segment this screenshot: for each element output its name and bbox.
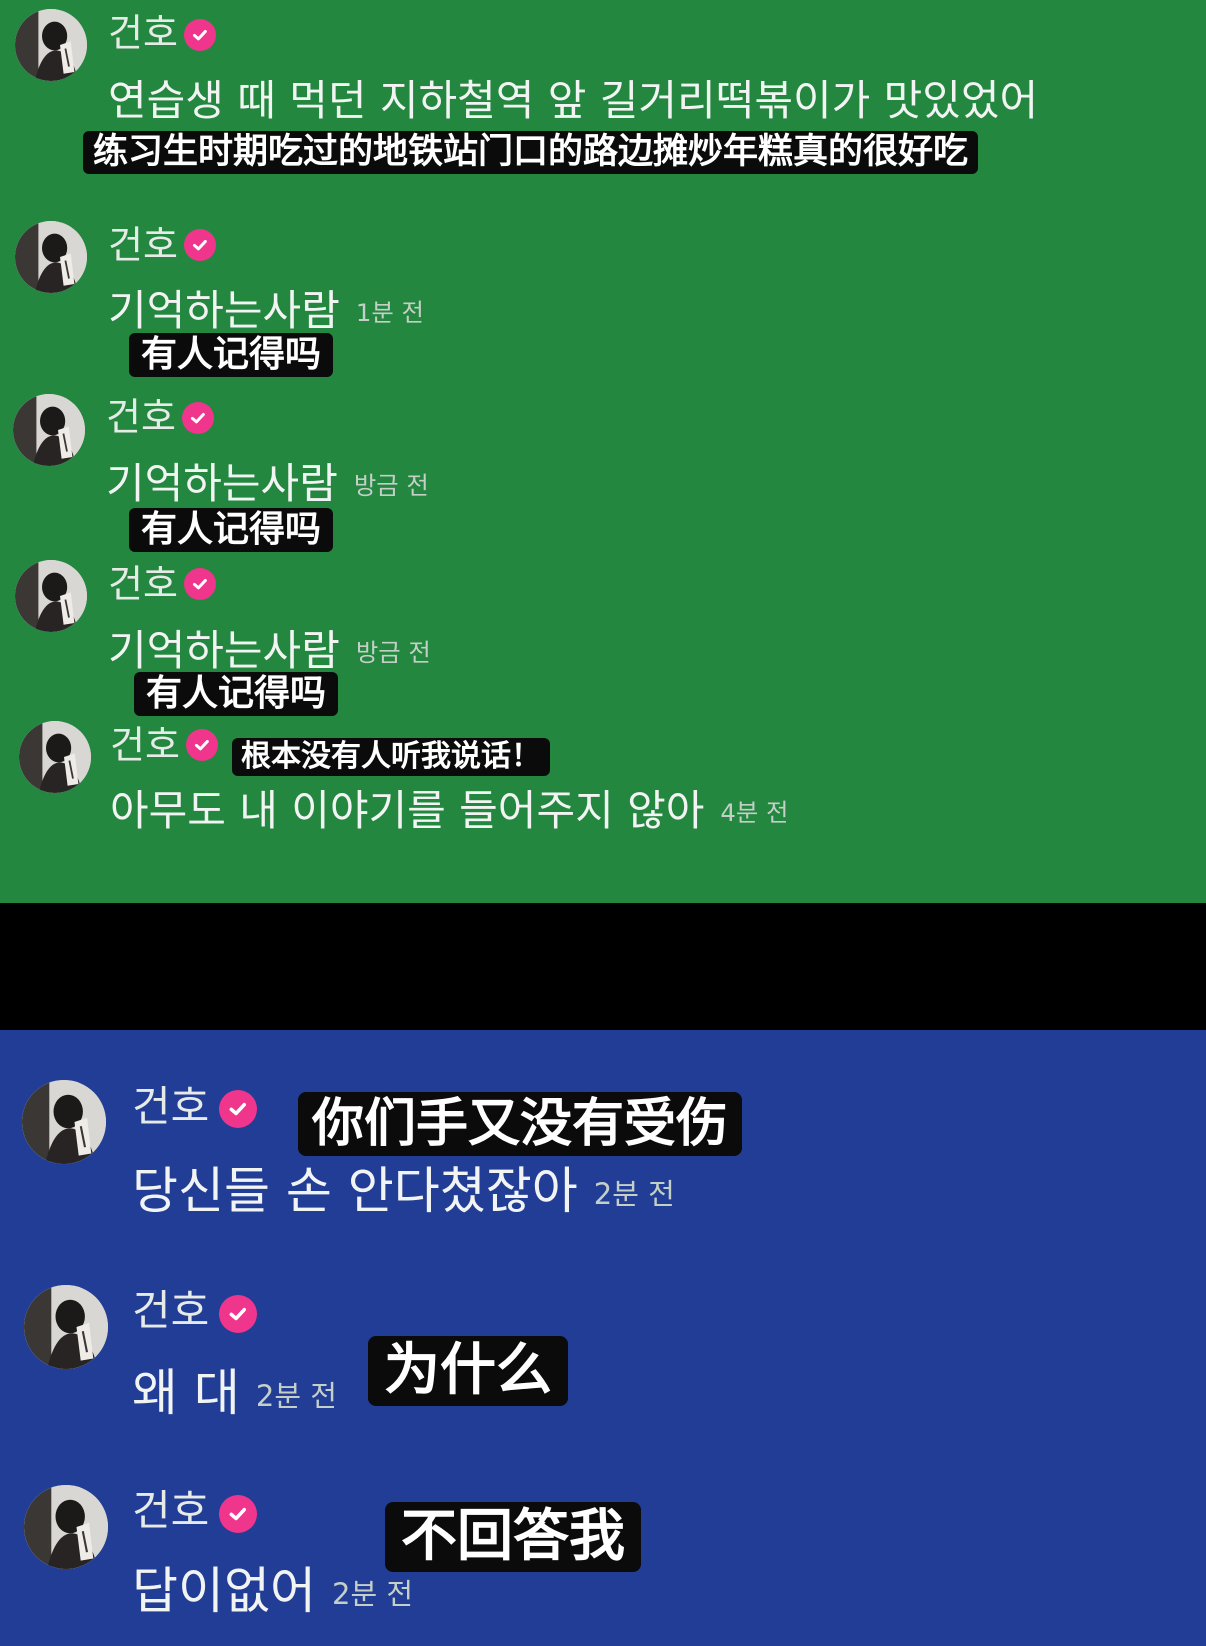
user-avatar[interactable] [15, 9, 87, 81]
verified-check-badge-icon [184, 19, 216, 51]
timestamp: 방금 전 [353, 471, 429, 501]
translation-subtitle: 有人记得吗 [134, 672, 339, 716]
username: 건호 [132, 1286, 210, 1335]
divider-band [0, 903, 1206, 1030]
user-avatar[interactable] [15, 221, 87, 293]
translation-subtitle: 为什么 [368, 1336, 568, 1406]
timestamp: 방금 전 [355, 638, 431, 668]
translation-subtitle: 有人记得吗 [129, 333, 334, 377]
message-text: 기억하는사람 1분 전 [108, 286, 424, 335]
user-avatar[interactable] [19, 721, 91, 793]
message-text: 기억하는사람 방금 전 [108, 626, 431, 675]
user-avatar[interactable] [13, 394, 85, 466]
verified-check-badge-icon [219, 1090, 257, 1128]
verified-check-badge-icon [182, 402, 214, 434]
translation-subtitle: 你们手又没有受伤 [298, 1092, 743, 1156]
timestamp: 1분 전 [355, 298, 424, 328]
translation-subtitle: 不回答我 [385, 1502, 641, 1572]
message-text: 왜 대 2분 전 [132, 1364, 337, 1422]
user-avatar[interactable] [22, 1080, 106, 1164]
verified-check-badge-icon [184, 229, 216, 261]
user-avatar[interactable] [24, 1285, 108, 1369]
username: 건호 [132, 1082, 210, 1131]
timestamp: 2분 전 [255, 1379, 337, 1413]
user-avatar[interactable] [15, 560, 87, 632]
message-text: 당신들 손 안다쳤잖아 2분 전 [132, 1162, 675, 1220]
message-text: 아무도 내 이야기를 들어주지 않아 4분 전 [110, 786, 789, 835]
username: 건호 [106, 395, 176, 439]
verified-check-badge-icon [219, 1295, 257, 1333]
username: 건호 [108, 223, 178, 267]
message-text: 연습생 때 먹던 지하철역 앞 길거리떡볶이가 맛있었어 [108, 76, 1039, 125]
timestamp: 2분 전 [332, 1577, 414, 1611]
translation-subtitle: 有人记得吗 [129, 508, 334, 552]
username: 건호 [108, 11, 178, 55]
username: 건호 [108, 562, 178, 606]
verified-check-badge-icon [186, 729, 218, 761]
verified-check-badge-icon [184, 568, 216, 600]
username: 건호 [110, 723, 180, 767]
user-avatar[interactable] [24, 1485, 108, 1569]
timestamp: 4분 전 [720, 798, 789, 828]
username: 건호 [132, 1486, 210, 1535]
verified-check-badge-icon [219, 1495, 257, 1533]
message-text: 기억하는사람 방금 전 [106, 459, 429, 508]
timestamp: 2분 전 [593, 1177, 675, 1211]
message-text: 답이없어 2분 전 [132, 1562, 414, 1620]
translation-subtitle: 根本没有人听我说话！ [232, 738, 550, 776]
translation-subtitle: 练习生时期吃过的地铁站门口的路边摊炒年糕真的很好吃 [83, 131, 979, 174]
